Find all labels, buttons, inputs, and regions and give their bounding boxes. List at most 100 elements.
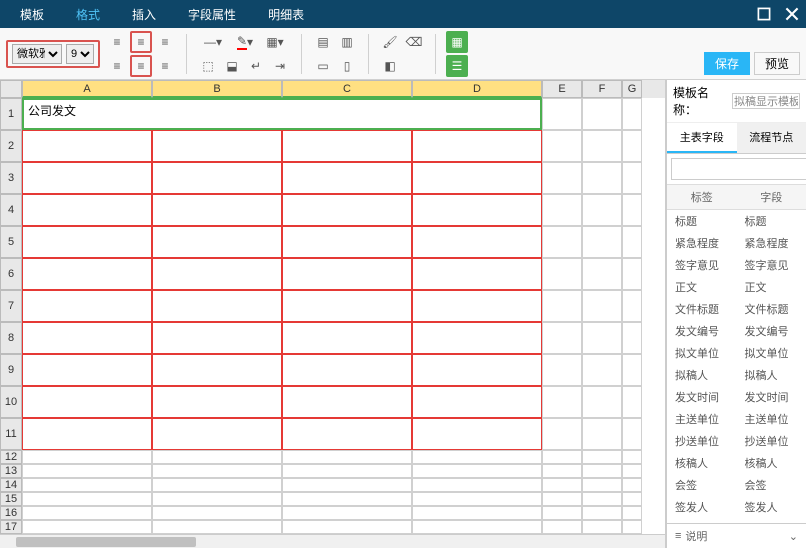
clear-format-icon[interactable]: ⌫ [403,31,425,53]
cell[interactable] [412,506,542,520]
cell[interactable] [152,386,282,418]
cell[interactable] [412,354,542,386]
cell[interactable] [412,130,542,162]
cell[interactable] [282,464,412,478]
cell-a1-merged[interactable]: 公司发文 [22,98,542,130]
cell[interactable] [412,226,542,258]
row-header[interactable]: 7 [0,290,22,322]
cell[interactable] [282,322,412,354]
field-row[interactable]: 拟文单位拟文单位 [667,342,806,364]
cell[interactable] [582,450,622,464]
cell[interactable] [622,492,642,506]
cell[interactable] [22,492,152,506]
menu-tab-3[interactable]: 字段属性 [172,0,252,29]
cell[interactable] [542,98,582,130]
border-color-icon[interactable]: ✎▾ [231,31,259,53]
field-row[interactable]: 会签会签 [667,474,806,496]
cell[interactable] [622,450,642,464]
eraser-icon[interactable]: ◧ [379,55,401,77]
cell[interactable] [542,478,582,492]
row-header[interactable]: 2 [0,130,22,162]
side-tab-1[interactable]: 流程节点 [737,123,806,153]
cell[interactable] [412,386,542,418]
cell[interactable] [622,478,642,492]
field-row[interactable]: 核稿人核稿人 [667,452,806,474]
cell[interactable] [582,478,622,492]
cell[interactable] [412,194,542,226]
save-button[interactable]: 保存 [704,52,750,75]
delete-col-icon[interactable]: ▯ [336,55,358,77]
cell[interactable] [582,506,622,520]
cell[interactable] [582,258,622,290]
cell[interactable] [542,130,582,162]
cell[interactable] [582,162,622,194]
cell[interactable] [582,226,622,258]
cell[interactable] [152,418,282,450]
cell[interactable] [622,162,642,194]
side-tab-0[interactable]: 主表字段 [667,123,737,153]
cell[interactable] [582,322,622,354]
select-all-corner[interactable] [0,80,22,98]
template-name-input[interactable] [732,93,800,109]
cell[interactable] [282,162,412,194]
cell[interactable] [542,194,582,226]
row-header[interactable]: 12 [0,450,22,464]
align-center-icon[interactable]: ≡ [130,55,152,77]
cell[interactable] [622,386,642,418]
cell[interactable] [22,226,152,258]
table-mode-icon[interactable]: ▦ [446,31,468,53]
cell[interactable] [22,162,152,194]
field-row[interactable]: 签字意见签字意见 [667,254,806,276]
align-right-icon[interactable]: ≡ [154,55,176,77]
cell[interactable] [582,386,622,418]
cell[interactable] [542,386,582,418]
cell[interactable] [542,322,582,354]
cell[interactable] [542,506,582,520]
col-header-D[interactable]: D [412,80,542,98]
merge-button[interactable]: ⬚ [197,55,219,77]
align-left-icon[interactable]: ≡ [106,55,128,77]
row-header[interactable]: 13 [0,464,22,478]
cell[interactable] [582,520,622,534]
cell[interactable] [622,290,642,322]
col-header-B[interactable]: B [152,80,282,98]
indent-button[interactable]: ⇥ [269,55,291,77]
menu-tab-0[interactable]: 模板 [4,0,60,29]
field-row[interactable]: 签发人签发人 [667,496,806,518]
row-header[interactable]: 10 [0,386,22,418]
delete-row-icon[interactable]: ▭ [312,55,334,77]
cell[interactable] [22,520,152,534]
menu-tab-4[interactable]: 明细表 [252,0,320,29]
cell[interactable] [22,506,152,520]
cell[interactable] [542,492,582,506]
menu-tab-2[interactable]: 插入 [116,0,172,29]
cell[interactable] [282,226,412,258]
cell[interactable] [152,322,282,354]
align-middle-icon[interactable]: ≡ [130,31,152,53]
cell[interactable] [622,258,642,290]
cell[interactable] [282,506,412,520]
cell[interactable] [282,354,412,386]
wrap-button[interactable]: ↵ [245,55,267,77]
cell[interactable] [582,194,622,226]
row-header[interactable]: 5 [0,226,22,258]
cell[interactable] [282,450,412,464]
format-painter-icon[interactable]: 🖌 [379,31,401,53]
cell[interactable] [542,162,582,194]
cell[interactable] [152,226,282,258]
field-row[interactable]: 标题标题 [667,210,806,232]
col-header-C[interactable]: C [282,80,412,98]
window-maximize-button[interactable] [754,6,774,22]
menu-tab-1[interactable]: 格式 [60,0,116,29]
cell[interactable] [412,492,542,506]
cell[interactable] [152,464,282,478]
cell[interactable] [282,386,412,418]
cell[interactable] [412,520,542,534]
row-header[interactable]: 3 [0,162,22,194]
cell[interactable] [282,258,412,290]
cell[interactable] [582,130,622,162]
cell[interactable] [22,450,152,464]
field-row[interactable]: 紧急程度紧急程度 [667,232,806,254]
cell[interactable] [282,492,412,506]
align-top-icon[interactable]: ≡ [106,31,128,53]
